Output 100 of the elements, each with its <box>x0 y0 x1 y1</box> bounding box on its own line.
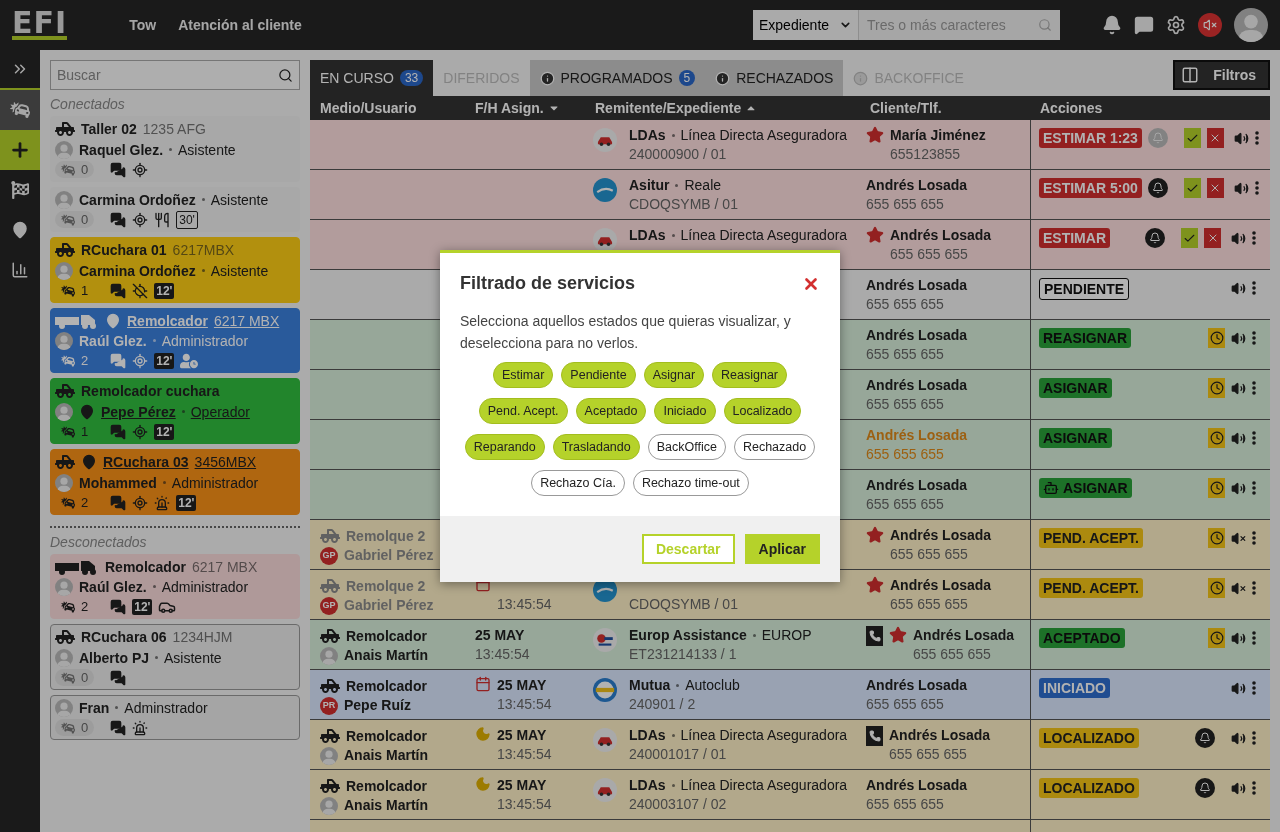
timer-badge: 12' <box>154 282 175 299</box>
timer-badge: 12' <box>176 494 197 511</box>
section-title: Conectados <box>50 96 126 112</box>
file-number: 240001017 / 01 <box>629 745 728 764</box>
status-badge: LOCALIZADO <box>1039 728 1139 748</box>
initials-avatar: PR <box>320 696 338 715</box>
person-role: Adminstrador <box>124 699 208 716</box>
initials-avatar: GP <box>320 596 338 615</box>
status-badge: LOCALIZADO <box>1039 778 1139 798</box>
status-badge: ACEPTADO <box>1039 628 1125 648</box>
status-badge: ESTIMAR <box>1039 228 1110 248</box>
section-title: Desconectados <box>50 534 148 550</box>
client-phone: 655 655 655 <box>866 795 945 814</box>
file-number: CDOQSYMB / 01 <box>629 195 738 214</box>
client-name: María Jiménez <box>890 126 986 145</box>
plate-number: 1234HJM <box>172 629 233 645</box>
person-name: Alberto PJ <box>79 649 149 666</box>
client-phone: 655 655 655 <box>866 345 945 364</box>
client-name: Andrés Losada <box>890 576 992 595</box>
incident-count: 2 <box>55 494 95 511</box>
client-name: Andrés Losada <box>866 676 968 695</box>
dialog-text: Selecciona aquellos estados que quieras visualizar, y deselecciona para no verlos. <box>460 312 792 353</box>
timer-badge: 12' <box>132 598 153 615</box>
count-badge: 33 <box>399 70 424 86</box>
timer-badge: 12' <box>154 423 175 440</box>
person-name: Mohammed <box>79 474 157 491</box>
time-text: 13:45:54 <box>497 795 552 814</box>
date-text: 25 MAY <box>475 626 526 645</box>
client-phone: 655 655 655 <box>890 595 969 614</box>
time-text: 13:45:54 <box>497 695 552 714</box>
person-name: Raúl Glez. <box>79 578 147 595</box>
insurer-name: Autoclub <box>685 676 740 695</box>
insurer-name: Reale <box>684 176 722 195</box>
status-badge: ASIGNAR <box>1039 478 1132 498</box>
status-badge: REASIGNAR <box>1039 328 1131 348</box>
client-phone: 655 655 655 <box>866 495 945 514</box>
client-name: Andrés Losada <box>866 376 968 395</box>
sender-name: LDAs <box>629 226 666 245</box>
vehicle-name: Remolcador <box>105 558 186 575</box>
vehicle-name: Remolcador <box>346 626 427 646</box>
person-role: Asistente <box>164 649 222 666</box>
person-name: Pepe Ruíz <box>344 696 411 715</box>
status-badge: PEND. ACEPT. <box>1039 578 1143 598</box>
person-role: Administrador <box>161 332 249 349</box>
person-name: Anais Martín <box>344 746 428 765</box>
client-phone: 655123855 <box>890 145 962 164</box>
sender-name: LDAs <box>629 126 666 145</box>
person-name: Anais Martín <box>344 646 428 665</box>
sender-name: LDAs <box>629 726 666 745</box>
vehicle-name: Remolcador cuchara <box>81 383 220 399</box>
client-phone: 655 655 655 <box>866 445 945 464</box>
sender-name: Asitur <box>629 176 670 195</box>
client-name: Andrés Losada <box>890 226 992 245</box>
sender-name: Europ Assistance <box>629 626 747 645</box>
insurer-name: Línea Directa Aseguradora <box>680 726 848 745</box>
client-phone: 655 655 655 <box>866 695 945 714</box>
client-name: Andrés Losada <box>913 626 1015 645</box>
client-phone: 655 655 655 <box>866 195 945 214</box>
person-name: Gabriel Pérez <box>344 596 434 615</box>
date-text: 25 MAY <box>497 676 548 695</box>
person-name: Anais Martín <box>344 796 428 815</box>
dialog-title: Filtrado de servicios <box>460 273 636 294</box>
date-text: 25 MAY <box>497 776 548 795</box>
person-name: Raquel Glez. <box>79 141 164 158</box>
status-badge: ASIGNAR <box>1039 378 1112 398</box>
vehicle-name: Remolcador <box>346 776 427 796</box>
status-badge: INICIADO <box>1039 678 1110 698</box>
client-name: Andrés Losada <box>890 526 992 545</box>
date-text: 25 MAY <box>497 726 548 745</box>
client-phone: 655 655 655 <box>890 245 969 264</box>
status-badge: ESTIMAR 1:23 <box>1039 128 1142 148</box>
insurer-name: Línea Directa Aseguradora <box>680 226 848 245</box>
time-text: 13:45:54 <box>475 645 530 664</box>
file-number: 240901 / 2 <box>629 695 697 714</box>
file-number: CDOQSYMB / 01 <box>629 595 738 614</box>
file-number: ET231214133 / 1 <box>629 645 738 664</box>
client-phone: 655 655 655 <box>866 395 945 414</box>
incident-count: 1 <box>55 282 95 299</box>
person-name: Fran <box>79 699 110 716</box>
client-name: Andrés Losada <box>866 276 968 295</box>
file-number: 240000900 / 01 <box>629 145 728 164</box>
incident-count: 2 <box>55 352 95 369</box>
timer-badge: 12' <box>154 352 175 369</box>
client-phone: 655 655 655 <box>890 545 969 564</box>
plate-number: 6217 MBX <box>191 558 258 575</box>
person-role: Asistente <box>178 141 236 158</box>
incident-count: 2 <box>55 598 95 615</box>
vehicle-name: Taller 02 <box>81 121 137 137</box>
count-badge: 5 <box>678 70 696 86</box>
vehicle-name: Remolcador <box>346 726 427 746</box>
client-name: Andrés Losada <box>866 326 968 345</box>
person-name: Raúl Glez. <box>79 332 147 349</box>
vehicle-name: RCuchara 01 <box>81 242 167 258</box>
insurer-name: EUROP <box>761 626 812 645</box>
insurer-name: Línea Directa Aseguradora <box>680 126 848 145</box>
person-name: Gabriel Pérez <box>344 546 434 565</box>
person-role: Asistente <box>210 262 269 279</box>
file-number: 240003107 / 02 <box>629 795 728 814</box>
person-name: Carmina Ordoñez <box>79 262 196 279</box>
sender-name: LDAs <box>629 776 666 795</box>
